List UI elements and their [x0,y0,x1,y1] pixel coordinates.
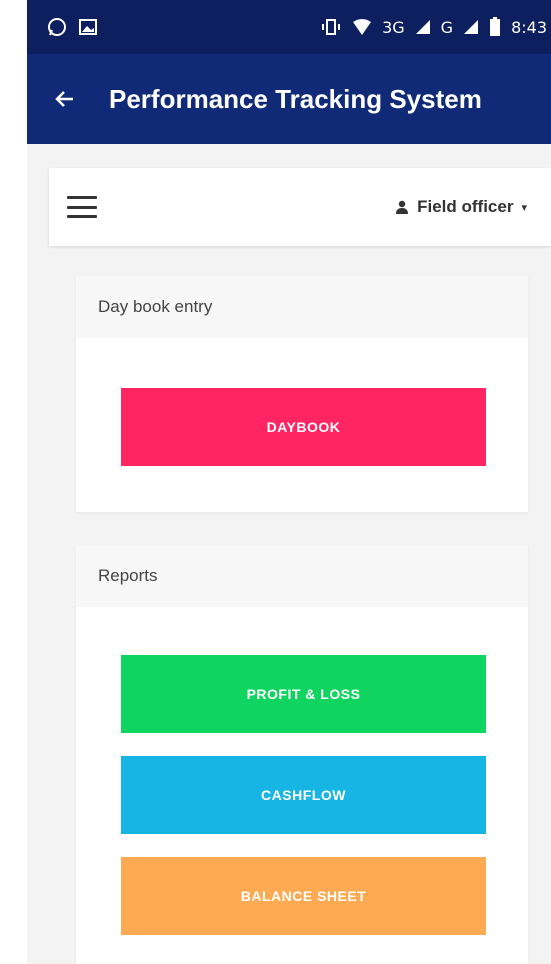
vibrate-icon [320,18,342,36]
toolbar-card: Field officer ▾ [49,168,551,246]
back-button[interactable] [53,84,83,114]
whatsapp-icon [47,17,67,37]
arrow-left-icon [55,91,73,107]
status-bar: 3G G 8:43 [27,0,551,54]
image-notification-icon [79,19,97,35]
cashflow-button[interactable]: CASHFLOW [121,756,486,834]
daybook-card-header: Day book entry [76,276,528,338]
daybook-button[interactable]: DAYBOOK [121,388,486,466]
daybook-card: Day book entry DAYBOOK [76,276,528,512]
balance-sheet-button[interactable]: BALANCE SHEET [121,857,486,935]
person-icon [396,200,409,214]
signal-icon [463,19,479,35]
reports-card-header: Reports [76,545,528,607]
hamburger-line [67,215,97,218]
signal-icon [415,19,431,35]
page-edge [0,0,27,964]
user-role-label: Field officer [417,197,514,216]
reports-card: Reports PROFIT & LOSS CASHFLOW BALANCE S… [76,545,528,964]
network-type-label-secondary: G [440,17,454,37]
status-bar-right: 3G G 8:43 [320,17,547,37]
network-type-label: 3G [382,17,405,37]
hamburger-line [67,196,97,199]
phone-screen: 3G G 8:43 Performance Tracking System Fi… [27,0,551,964]
wifi-icon [352,18,372,36]
hamburger-menu-icon[interactable] [67,196,97,218]
app-bar: Performance Tracking System [27,54,551,144]
profit-loss-button[interactable]: PROFIT & LOSS [121,655,486,733]
user-menu-dropdown[interactable]: Field officer ▾ [395,197,527,217]
battery-icon [489,17,501,37]
status-time: 8:43 [511,17,547,37]
hamburger-line [67,205,97,209]
status-bar-left [47,17,97,37]
caret-down-icon: ▾ [521,201,527,214]
page-title: Performance Tracking System [109,83,482,114]
